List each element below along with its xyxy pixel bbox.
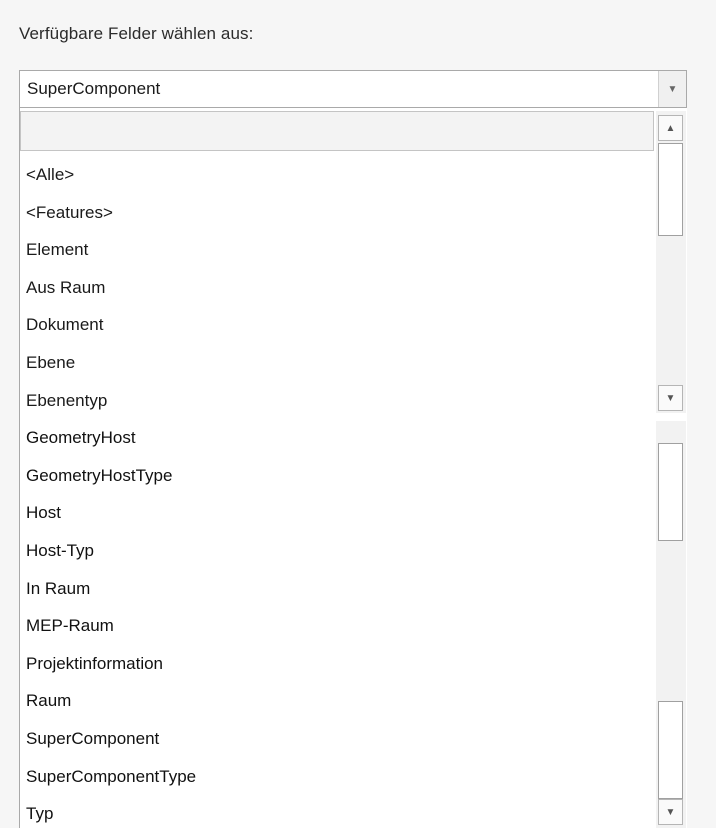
scrollbar-thumb[interactable] xyxy=(658,143,683,236)
scrollbar-thumb[interactable] xyxy=(658,701,683,799)
list-item[interactable]: Dokument xyxy=(20,306,656,344)
list-item[interactable]: <Alle> xyxy=(20,156,656,194)
list-item[interactable]: Aus Raum xyxy=(20,269,656,307)
list-item[interactable]: In Raum xyxy=(20,570,656,608)
list-item[interactable]: MEP-Raum xyxy=(20,607,656,645)
field-combobox[interactable]: SuperComponent ▼ xyxy=(19,70,687,108)
scroll-down-icon[interactable]: ▼ xyxy=(658,799,683,825)
list-item[interactable]: SuperComponent xyxy=(20,720,656,758)
list-item[interactable]: Host-Typ xyxy=(20,532,656,570)
list-item[interactable]: Element xyxy=(20,231,656,269)
list-item[interactable]: Typ xyxy=(20,795,656,828)
list-item[interactable]: <Features> xyxy=(20,194,656,232)
combobox-selected-value: SuperComponent xyxy=(27,79,161,98)
list-item[interactable]: GeometryHostType xyxy=(20,457,656,495)
filter-input[interactable] xyxy=(20,111,654,151)
scroll-down-icon[interactable]: ▼ xyxy=(658,385,683,411)
scroll-up-icon[interactable]: ▲ xyxy=(658,115,683,141)
list-item[interactable]: SuperComponentType xyxy=(20,758,656,796)
field-picker-panel: Verfügbare Felder wählen aus: SuperCompo… xyxy=(0,0,716,828)
list-item[interactable]: Projektinformation xyxy=(20,645,656,683)
list-item[interactable]: Host xyxy=(20,494,656,532)
list-item[interactable]: Ebene xyxy=(20,344,656,382)
available-fields-label: Verfügbare Felder wählen aus: xyxy=(19,24,254,43)
list-item[interactable]: Ebenentyp xyxy=(20,382,656,420)
scrollbar-thumb[interactable] xyxy=(658,443,683,541)
chevron-down-icon[interactable]: ▼ xyxy=(658,71,686,107)
scrollbar-seam xyxy=(656,413,686,421)
list-item[interactable]: Raum xyxy=(20,682,656,720)
list-scrollbar[interactable]: ▲ ▼ ▼ xyxy=(656,111,686,828)
list-item[interactable]: GeometryHost xyxy=(20,419,656,457)
field-dropdown-list: <Alle> <Features> Element Aus Raum Dokum… xyxy=(19,108,687,828)
field-list: <Alle> <Features> Element Aus Raum Dokum… xyxy=(20,156,656,828)
